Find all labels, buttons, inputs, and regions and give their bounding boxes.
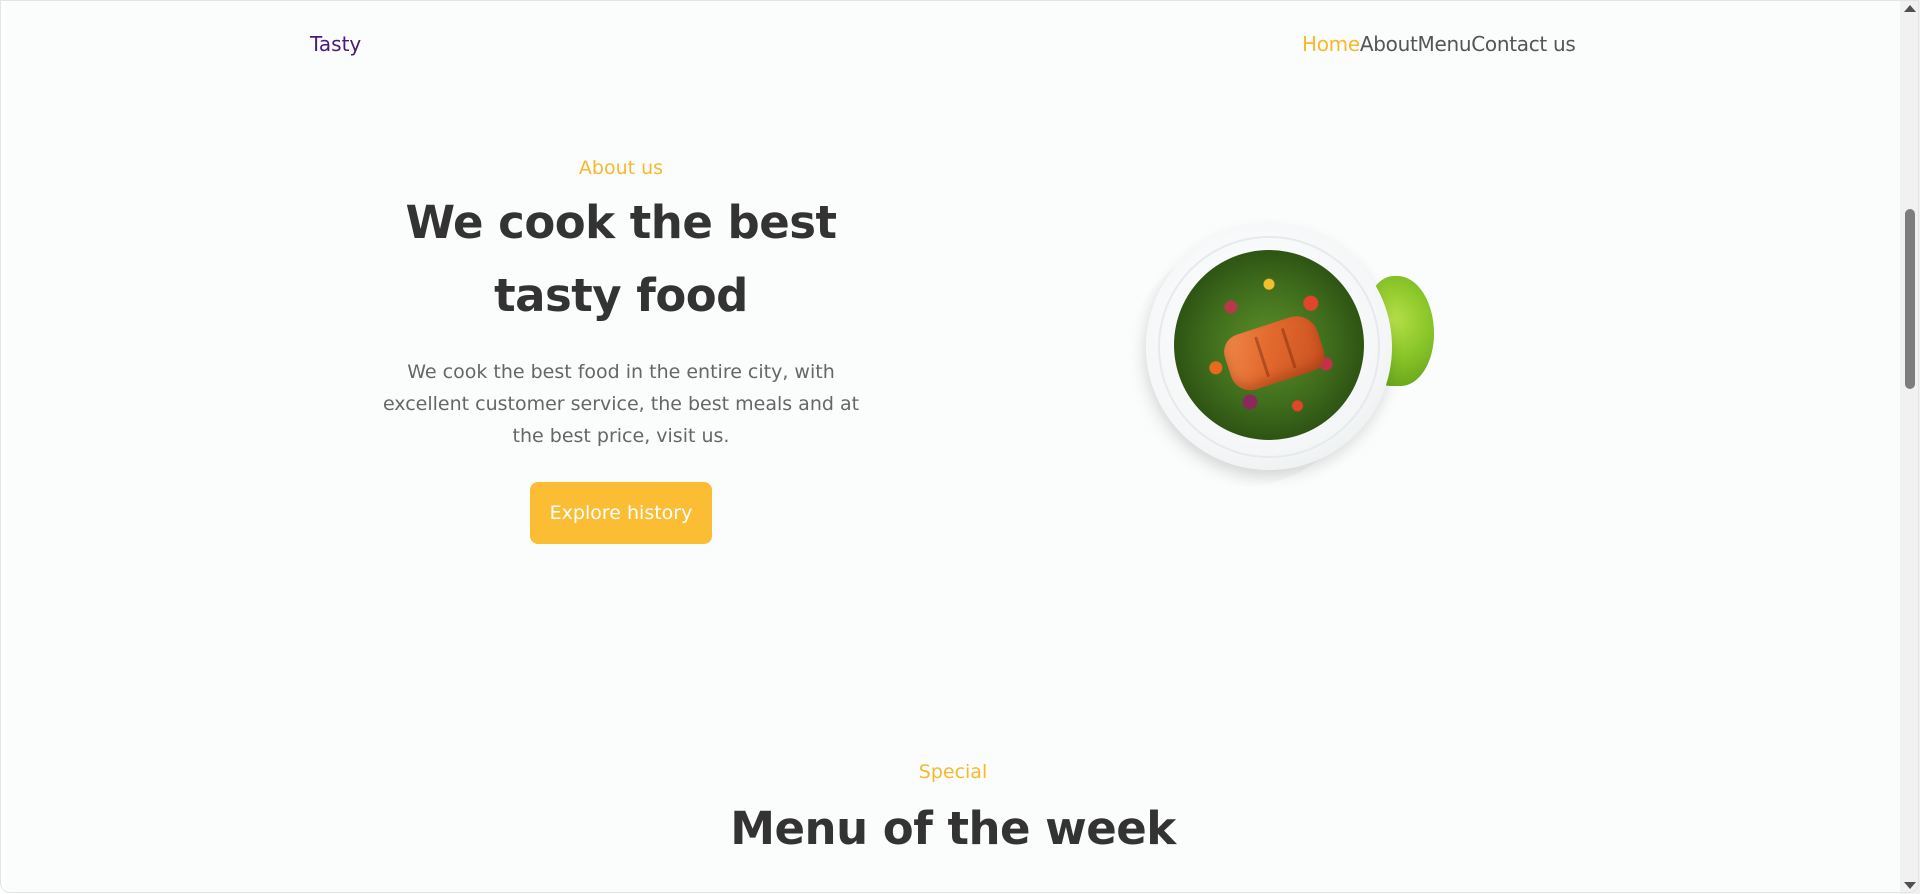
hero-title-line-2: tasty food xyxy=(494,269,748,322)
about-section: About us We cook the best tasty food We … xyxy=(368,150,874,544)
special-eyebrow: Special xyxy=(918,761,988,783)
salad-plate-image xyxy=(1114,216,1434,496)
main-nav: Home About Menu Contact us xyxy=(1302,30,1576,58)
plate xyxy=(1146,224,1392,470)
nav-link-contact[interactable]: Contact us xyxy=(1471,30,1576,58)
menu-of-week-title: Menu of the week xyxy=(730,802,1176,855)
hero-title: We cook the best tasty food xyxy=(368,186,874,332)
nav-link-about[interactable]: About xyxy=(1360,30,1418,58)
scroll-thumb[interactable] xyxy=(1905,209,1915,389)
vertical-scrollbar[interactable] xyxy=(1900,0,1920,894)
special-section: Special Menu of the week xyxy=(6,756,1900,864)
scroll-up-arrow-icon[interactable] xyxy=(1904,5,1916,12)
scroll-down-arrow-icon[interactable] xyxy=(1904,882,1916,889)
nav-link-menu[interactable]: Menu xyxy=(1418,30,1472,58)
nav-link-home[interactable]: Home xyxy=(1302,30,1360,58)
about-eyebrow: About us xyxy=(578,157,664,179)
hero-description: We cook the best food in the entire city… xyxy=(382,361,860,447)
logo-link[interactable]: Tasty xyxy=(310,30,361,58)
hero-title-line-1: We cook the best xyxy=(405,196,837,249)
page: Tasty Home About Menu Contact us About u… xyxy=(6,0,1900,894)
explore-history-button[interactable]: Explore history xyxy=(529,482,713,544)
